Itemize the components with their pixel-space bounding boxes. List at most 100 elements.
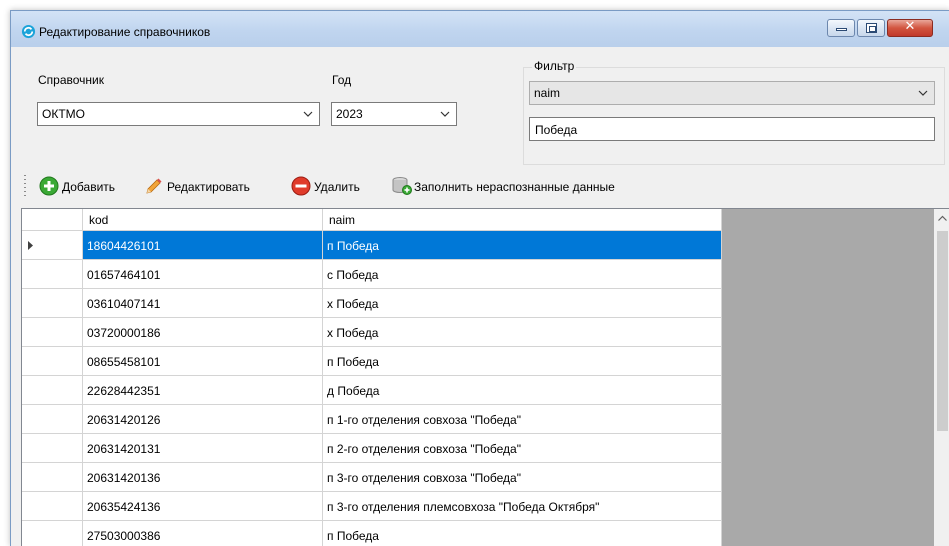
row-header[interactable] [22, 405, 83, 434]
cell-kod-value: 03610407141 [87, 297, 161, 311]
row-header[interactable] [22, 376, 83, 405]
column-header-label: kod [89, 213, 109, 227]
cell-naim-value: п Победа [327, 529, 379, 543]
column-header-naim[interactable]: naim [323, 209, 722, 231]
cell-kod[interactable]: 20631420126 [83, 405, 323, 434]
vertical-scrollbar[interactable] [934, 209, 949, 546]
cell-kod-value: 20631420136 [87, 471, 161, 485]
row-header[interactable] [22, 260, 83, 289]
cell-naim[interactable]: п 3-го отделения совхоза "Победа" [323, 463, 722, 492]
cell-naim[interactable]: с Победа [323, 260, 722, 289]
row-header-corner [22, 209, 83, 231]
filter-text-input[interactable]: Победа [529, 117, 935, 141]
cell-kod[interactable]: 08655458101 [83, 347, 323, 376]
cell-kod-value: 03720000186 [87, 326, 161, 340]
edit-button[interactable]: Редактировать [144, 175, 284, 197]
cell-kod-value: 22628442351 [87, 384, 161, 398]
cell-naim[interactable]: п 3-го отделения племсовхоза "Победа Окт… [323, 492, 722, 521]
cell-kod[interactable]: 20635424136 [83, 492, 323, 521]
cell-kod[interactable]: 22628442351 [83, 376, 323, 405]
table-row[interactable]: 08655458101 п Победа [22, 347, 722, 376]
cell-naim-value: п Победа [327, 355, 379, 369]
refresh-globe-icon [21, 24, 36, 39]
data-grid[interactable]: kod naim 18604426101 п Победа 01657464101 с… [21, 208, 949, 546]
green-plus-icon [39, 176, 59, 196]
maximize-button[interactable] [857, 19, 885, 37]
cell-kod-value: 20635424136 [87, 500, 161, 514]
cell-naim[interactable]: х Победа [323, 318, 722, 347]
column-header-label: naim [329, 213, 356, 227]
database-fill-icon [392, 177, 412, 195]
cell-naim-value: с Победа [327, 268, 379, 282]
minimize-button[interactable] [827, 19, 855, 37]
cell-kod-value: 20631420131 [87, 442, 161, 456]
table-row[interactable]: 20635424136 п 3-го отделения племсовхоза … [22, 492, 722, 521]
cell-kod[interactable]: 20631420136 [83, 463, 323, 492]
cell-naim[interactable]: п Победа [323, 347, 722, 376]
cell-kod[interactable]: 20631420131 [83, 434, 323, 463]
maximize-icon [866, 23, 877, 33]
table-row[interactable]: 27503000386 п Победа [22, 521, 722, 546]
cell-kod[interactable]: 27503000386 [83, 521, 323, 546]
cell-naim-value: п 3-го отделения совхоза "Победа" [327, 471, 521, 485]
minimize-icon [836, 28, 847, 31]
filter-field-value: naim [534, 86, 561, 100]
table-row[interactable]: 20631420136 п 3-го отделения совхоза "Поб… [22, 463, 722, 492]
table-row[interactable]: 03720000186 х Победа [22, 318, 722, 347]
add-button[interactable]: Добавить [39, 175, 134, 197]
year-select[interactable]: 2023 [331, 102, 457, 126]
cell-kod-value: 27503000386 [87, 529, 161, 543]
cell-naim[interactable]: х Победа [323, 289, 722, 318]
chevron-down-icon [440, 111, 450, 117]
close-icon: ✕ [904, 19, 916, 34]
table-row[interactable]: 01657464101 с Победа [22, 260, 722, 289]
cell-kod[interactable]: 03720000186 [83, 318, 323, 347]
toolbar-grip[interactable] [24, 175, 26, 196]
cell-naim[interactable]: п 2-го отделения совхоза "Победа" [323, 434, 722, 463]
cell-kod-value: 20631420126 [87, 413, 161, 427]
title-bar[interactable]: Редактирование справочников ✕ [11, 11, 949, 47]
row-header[interactable] [22, 521, 83, 546]
window-title: Редактирование справочников [39, 25, 211, 39]
add-button-label: Добавить [62, 180, 116, 194]
scrollbar-thumb[interactable] [937, 231, 948, 431]
row-header[interactable] [22, 434, 83, 463]
cell-naim-value: х Победа [327, 326, 379, 340]
cell-naim-value: п 3-го отделения племсовхоза "Победа Окт… [327, 500, 600, 514]
row-header[interactable] [22, 289, 83, 318]
cell-naim-value: д Победа [327, 384, 380, 398]
cell-kod[interactable]: 03610407141 [83, 289, 323, 318]
column-header-kod[interactable]: kod [83, 209, 323, 231]
red-minus-icon [291, 176, 311, 196]
table-row[interactable]: 22628442351 д Победа [22, 376, 722, 405]
fill-unrecognized-label: Заполнить нераспознанные данные [414, 180, 615, 194]
cell-naim[interactable]: п Победа [323, 231, 722, 260]
table-row[interactable]: 20631420131 п 2-го отделения совхоза "Поб… [22, 434, 722, 463]
table-row[interactable]: 18604426101 п Победа [22, 231, 722, 260]
close-button[interactable]: ✕ [887, 19, 933, 37]
cell-naim-value: х Победа [327, 297, 379, 311]
cell-kod[interactable]: 18604426101 [83, 231, 323, 260]
dialog-window: Редактирование справочников ✕ Справочник… [10, 10, 949, 546]
table-row[interactable]: 03610407141 х Победа [22, 289, 722, 318]
cell-naim[interactable]: д Победа [323, 376, 722, 405]
edit-button-label: Редактировать [167, 180, 250, 194]
row-header[interactable] [22, 318, 83, 347]
table-row[interactable]: 20631420126 п 1-го отделения совхоза "Поб… [22, 405, 722, 434]
delete-button-label: Удалить [314, 180, 360, 194]
year-label: Год [332, 73, 352, 87]
cell-kod[interactable]: 01657464101 [83, 260, 323, 289]
filter-field-select[interactable]: naim [529, 81, 935, 105]
cell-naim[interactable]: п Победа [323, 521, 722, 546]
delete-button[interactable]: Удалить [291, 175, 386, 197]
year-select-value: 2023 [336, 107, 363, 121]
scroll-up-arrow-icon[interactable] [938, 215, 947, 221]
filter-text-value: Победа [535, 123, 578, 137]
row-header[interactable] [22, 347, 83, 376]
cell-naim[interactable]: п 1-го отделения совхоза "Победа" [323, 405, 722, 434]
row-header[interactable] [22, 492, 83, 521]
row-header[interactable] [22, 231, 83, 260]
row-header[interactable] [22, 463, 83, 492]
reference-select[interactable]: ОКТМО [37, 102, 320, 126]
fill-unrecognized-button[interactable]: Заполнить нераспознанные данные [391, 175, 691, 197]
